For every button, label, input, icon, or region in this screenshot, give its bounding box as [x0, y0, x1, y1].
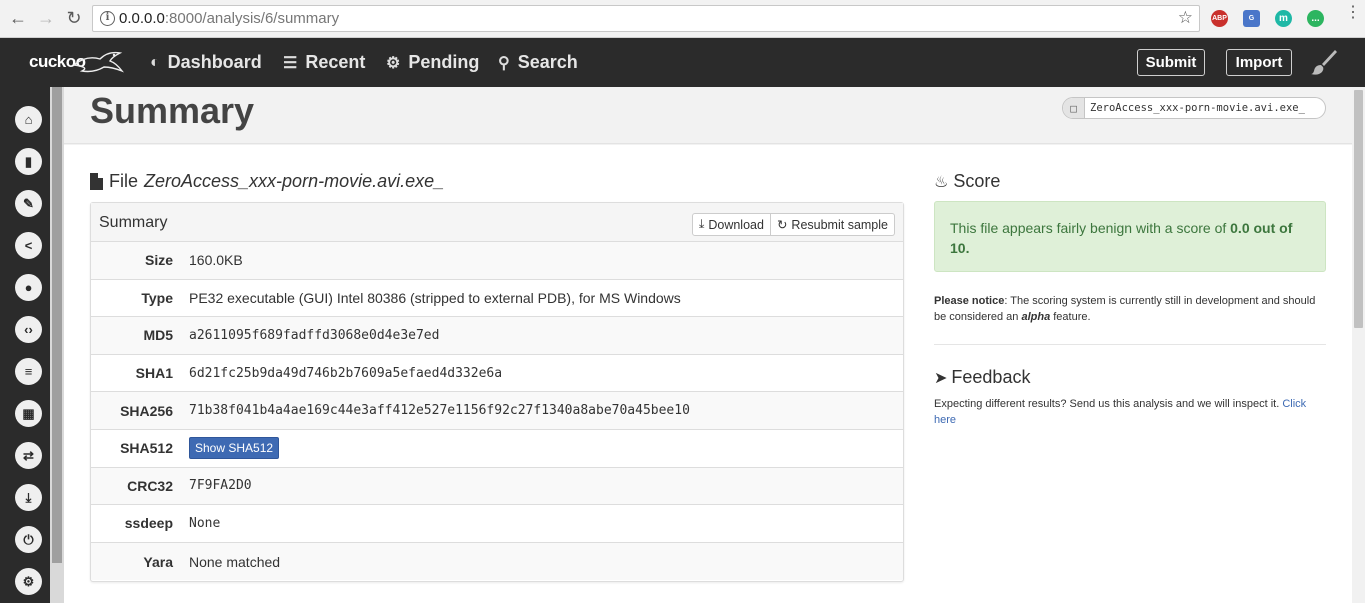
summary-panel-header: Summary ⤓ Download ↻ Resubmit sample	[91, 203, 903, 242]
pencil-icon[interactable]: ✎	[15, 190, 42, 217]
divider	[934, 344, 1326, 345]
panel-actions: ⤓ Download ↻ Resubmit sample	[691, 213, 895, 236]
summary-table: Size 160.0KB Type PE32 executable (GUI) In…	[91, 242, 903, 581]
file-icon	[90, 173, 103, 190]
nav-search[interactable]: ⚲ Search	[498, 52, 578, 73]
table-row-sha1: SHA1 6d21fc25b9da49d746b2b7609a5efaed4d33…	[91, 355, 903, 393]
download-icon[interactable]: ⤓	[15, 484, 42, 511]
code-file-icon[interactable]: ‹›	[15, 316, 42, 343]
cuckoo-bird-icon	[72, 51, 124, 73]
info-icon[interactable]: i	[100, 11, 115, 26]
nav-pending[interactable]: ⚙ Pending	[386, 52, 479, 73]
adblock-extension-icon[interactable]: ABP	[1211, 10, 1228, 27]
score-heading: ♨ Score	[934, 171, 1001, 191]
qrcode-icon[interactable]: ▦	[15, 400, 42, 427]
paper-plane-icon: ➤	[934, 369, 948, 387]
browser-toolbar: ← → ↻ i 0.0.0.0:8000/analysis/6/summary …	[0, 0, 1365, 38]
show-sha512-button[interactable]: Show SHA512	[189, 437, 280, 460]
page-scrollbar[interactable]	[1352, 87, 1365, 603]
main-content: File ZeroAccess_xxx-porn-movie.avi.exe_ …	[64, 145, 1352, 603]
feedback-text: Expecting different results? Send us thi…	[934, 398, 1307, 426]
top-navbar: cuckoo ◐ Dashboard ☰ Recent ⚙ Pending ⚲ …	[0, 38, 1365, 87]
back-arrow-icon[interactable]: ←	[8, 8, 28, 28]
book-icon[interactable]: ▮	[15, 148, 42, 175]
file-name: ZeroAccess_xxx-porn-movie.avi.exe_	[144, 171, 445, 191]
file-name-pill[interactable]: □ ZeroAccess_xxx-porn-movie.avi.exe_	[1062, 97, 1326, 119]
table-row-type: Type PE32 executable (GUI) Intel 80386 (s…	[91, 280, 903, 318]
power-icon[interactable]: ⏻	[15, 526, 42, 553]
summary-panel-title: Summary	[99, 214, 168, 231]
page-title: Summary	[90, 90, 255, 131]
m-extension-icon[interactable]: m	[1275, 10, 1292, 27]
address-bar[interactable]: i 0.0.0.0:8000/analysis/6/summary ☆	[92, 5, 1200, 32]
translate-extension-icon[interactable]: G	[1243, 10, 1260, 27]
paintbrush-icon[interactable]	[1310, 48, 1338, 76]
table-row-sha256: SHA256 71b38f041b4a4ae169c44e3aff412e527e…	[91, 392, 903, 430]
resubmit-sample-button[interactable]: ↻ Resubmit sample	[770, 213, 895, 236]
table-row-yara: Yara None matched	[91, 542, 903, 581]
share-icon[interactable]: <	[15, 232, 42, 259]
feedback-heading: ➤ Feedback	[934, 367, 1031, 387]
scoring-notice: Please notice: The scoring system is cur…	[934, 295, 1316, 323]
file-icon: □	[1063, 98, 1085, 118]
list-icon: ☰	[283, 54, 298, 72]
page-header: Summary □ ZeroAccess_xxx-porn-movie.avi.…	[64, 87, 1352, 144]
table-row-md5: MD5 a2611095f689fadffd3068e0d4e3e7ed	[91, 317, 903, 355]
reload-icon[interactable]: ↻	[64, 8, 84, 28]
table-row-sha512: SHA512 Show SHA512	[91, 430, 903, 468]
nav-recent[interactable]: ☰ Recent	[283, 52, 365, 73]
dashboard-icon: ◐	[150, 53, 160, 71]
page-scroll-thumb[interactable]	[1354, 90, 1363, 328]
url-text: 0.0.0.0:8000/analysis/6/summary	[119, 10, 340, 27]
import-button[interactable]: Import	[1226, 49, 1292, 76]
left-sidebar: ⌂ ▮ ✎ < ● ‹› ≡ ▦ ⇄ ⤓ ⏻ ⚙	[0, 87, 50, 603]
table-row-crc32: CRC32 7F9FA2D0	[91, 467, 903, 506]
submit-button[interactable]: Submit	[1137, 49, 1205, 76]
download-icon: ⤓	[698, 217, 705, 231]
fire-icon: ♨	[934, 173, 949, 191]
table-row-ssdeep: ssdeep None	[91, 505, 903, 543]
shuffle-icon[interactable]: ⇄	[15, 442, 42, 469]
download-button[interactable]: ⤓ Download	[691, 213, 771, 236]
refresh-icon: ↻	[776, 218, 788, 232]
sidebar-scroll-thumb[interactable]	[52, 87, 62, 563]
summary-panel: Summary ⤓ Download ↻ Resubmit sample Siz…	[90, 202, 904, 582]
home-icon[interactable]: ⌂	[15, 106, 42, 133]
browser-menu-icon[interactable]: ⋮	[1345, 5, 1361, 21]
file-heading: File ZeroAccess_xxx-porn-movie.avi.exe_	[90, 171, 444, 192]
search-icon: ⚲	[498, 54, 510, 72]
sidebar-scrollbar[interactable]	[50, 87, 64, 603]
chat-extension-icon[interactable]: ...	[1307, 10, 1324, 27]
server-icon[interactable]: ≡	[15, 358, 42, 385]
bookmark-star-icon[interactable]: ☆	[1178, 8, 1193, 28]
globe-icon[interactable]: ●	[15, 274, 42, 301]
settings-icon[interactable]: ⚙	[15, 568, 42, 595]
gears-icon: ⚙	[386, 54, 401, 72]
forward-arrow-icon[interactable]: →	[36, 8, 56, 28]
table-row-size: Size 160.0KB	[91, 242, 903, 280]
score-alert: This file appears fairly benign with a s…	[934, 201, 1326, 272]
nav-dashboard[interactable]: ◐ Dashboard	[150, 52, 262, 73]
